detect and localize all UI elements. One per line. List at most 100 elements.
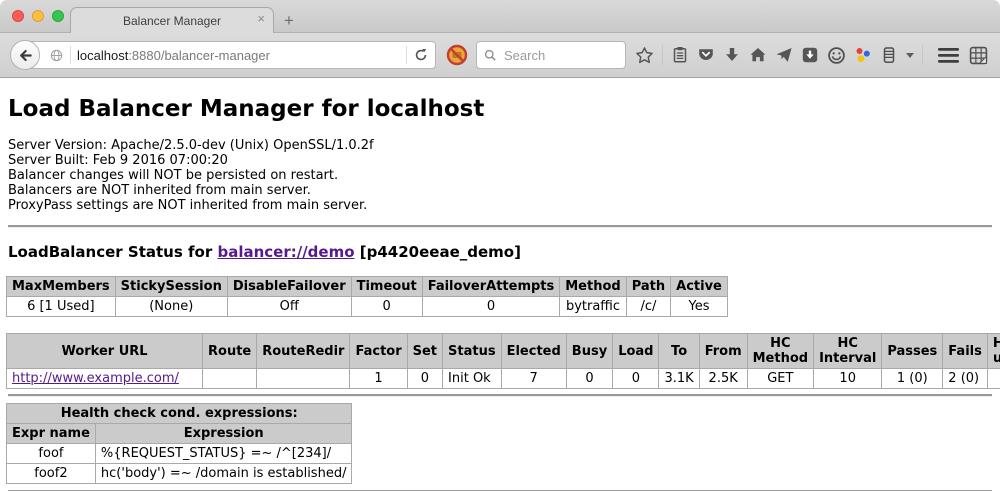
column-header: StickySession (115, 277, 227, 297)
battery-container-icon (880, 46, 898, 64)
back-button[interactable] (10, 40, 40, 70)
screenshot-grid-icon (969, 46, 988, 65)
busy-cell: 0 (566, 369, 612, 389)
clipboard-icon (671, 46, 689, 64)
titlebar: Balancer Manager × + (0, 0, 1000, 33)
passes-cell: 1 (0) (882, 369, 943, 389)
reload-button[interactable] (413, 47, 429, 63)
column-header: FailoverAttempts (422, 277, 560, 297)
from-cell: 2.5K (699, 369, 747, 389)
column-header: Elected (501, 334, 566, 369)
elected-cell: 7 (501, 369, 566, 389)
status-heading-prefix: LoadBalancer Status for (8, 243, 217, 261)
close-window-button[interactable] (12, 10, 24, 22)
minimize-window-button[interactable] (32, 10, 44, 22)
tab-title: Balancer Manager (123, 14, 221, 28)
health-check-table: Health check cond. expressions: Expr nam… (6, 403, 352, 484)
health-table-title: Health check cond. expressions: (7, 404, 352, 424)
urlbar-divider-right (406, 46, 407, 64)
fails-cell: 2 (0) (943, 369, 988, 389)
send-tab-button[interactable] (775, 46, 793, 64)
url-input[interactable]: localhost:8880/balancer-manager (77, 48, 400, 63)
reading-list-button[interactable] (671, 46, 689, 64)
globe-icon (49, 48, 64, 63)
column-header: To (659, 334, 699, 369)
screenshot-extension-button[interactable] (969, 46, 988, 65)
column-header: DisableFailover (227, 277, 351, 297)
table-row: foof %{REQUEST_STATUS} =~ /^[234]/ (7, 444, 352, 464)
column-header: HC Method (747, 334, 813, 369)
column-header: Set (407, 334, 442, 369)
menu-button[interactable] (938, 47, 959, 64)
blocked-content-button[interactable] (446, 44, 468, 66)
save-page-button[interactable] (801, 46, 819, 64)
failoverattempts-cell: 0 (422, 297, 560, 317)
table-header-row: Worker URL Route RouteRedir Factor Set S… (7, 334, 1000, 369)
balancer-demo-link[interactable]: balancer://demo (217, 243, 354, 261)
column-header: HC uri (987, 334, 1000, 369)
feedback-smiley-button[interactable] (827, 46, 846, 65)
table-header-row: MaxMembers StickySession DisableFailover… (7, 277, 728, 297)
hc-uri-cell (987, 369, 1000, 389)
column-header: HC Interval (814, 334, 882, 369)
persist-notice-line: Balancer changes will NOT be persisted o… (8, 168, 992, 183)
server-info-list: Server Version: Apache/2.5.0-dev (Unix) … (8, 138, 992, 213)
disablefailover-cell: Off (227, 297, 351, 317)
hamburger-menu-icon (938, 47, 959, 64)
column-header: Passes (882, 334, 943, 369)
worker-url-cell: http://www.example.com/ (7, 369, 203, 389)
colored-dots-extension-button[interactable] (854, 46, 872, 64)
pocket-button[interactable] (697, 46, 715, 64)
column-header: RouteRedir (257, 334, 350, 369)
search-bar[interactable] (476, 41, 626, 69)
column-header: Expression (95, 424, 352, 444)
to-cell: 3.1K (659, 369, 699, 389)
expression-cell: %{REQUEST_STATUS} =~ /^[234]/ (95, 444, 352, 464)
proxypass-notice-line: ProxyPass settings are NOT inherited fro… (8, 198, 992, 213)
balancer-status-heading: LoadBalancer Status for balancer://demo … (8, 243, 992, 261)
table-row: 6 [1 Used] (None) Off 0 0 bytraffic /c/ … (7, 297, 728, 317)
worker-url-link[interactable]: http://www.example.com/ (12, 371, 179, 386)
toolbar-buttons (635, 45, 990, 65)
inherit-notice-line: Balancers are NOT inherited from main se… (8, 183, 992, 198)
factor-cell: 1 (350, 369, 407, 389)
url-bar[interactable]: localhost:8880/balancer-manager (24, 41, 436, 69)
blocked-content-icon (446, 44, 468, 66)
expr-name-cell: foof (7, 444, 96, 464)
status-heading-suffix: [p4420eeae_demo] (355, 243, 521, 261)
url-domain: localhost (77, 48, 128, 63)
home-button[interactable] (749, 46, 767, 64)
zoom-window-button[interactable] (52, 10, 64, 22)
expression-cell: hc('body') =~ /domain is established/ (95, 464, 352, 484)
load-cell: 0 (613, 369, 659, 389)
tab-balancer-manager[interactable]: Balancer Manager × (70, 7, 274, 33)
column-header: MaxMembers (7, 277, 116, 297)
table-header-row: Expr name Expression (7, 424, 352, 444)
close-tab-icon[interactable]: × (257, 12, 265, 25)
path-cell: /c/ (626, 297, 670, 317)
column-header: Load (613, 334, 659, 369)
bookmark-star-button[interactable] (635, 46, 654, 65)
container-extension-button[interactable] (880, 46, 898, 64)
stickysession-cell: (None) (115, 297, 227, 317)
colored-dots-icon (854, 46, 872, 64)
url-path: :8880/balancer-manager (128, 48, 270, 63)
column-header: Status (443, 334, 502, 369)
search-input[interactable] (502, 47, 602, 64)
table-row: http://www.example.com/ 1 0 Init Ok 7 0 … (7, 369, 1000, 389)
browser-window: Balancer Manager × + localhost:8880/bala… (0, 0, 1000, 491)
column-header: Active (671, 277, 728, 297)
download-button[interactable] (723, 46, 741, 64)
maxmembers-cell: 6 [1 Used] (7, 297, 116, 317)
new-tab-button[interactable]: + (284, 12, 294, 29)
paper-plane-icon (775, 46, 793, 64)
expr-name-cell: foof2 (7, 464, 96, 484)
toolbar-divider-2 (922, 45, 923, 65)
chevron-down-icon[interactable] (906, 53, 914, 58)
route-cell (203, 369, 257, 389)
active-cell: Yes (671, 297, 728, 317)
square-download-icon (801, 46, 819, 64)
home-icon (749, 46, 767, 64)
page-content: Load Balancer Manager for localhost Serv… (0, 96, 1000, 491)
toolbar-right-group (938, 46, 990, 65)
